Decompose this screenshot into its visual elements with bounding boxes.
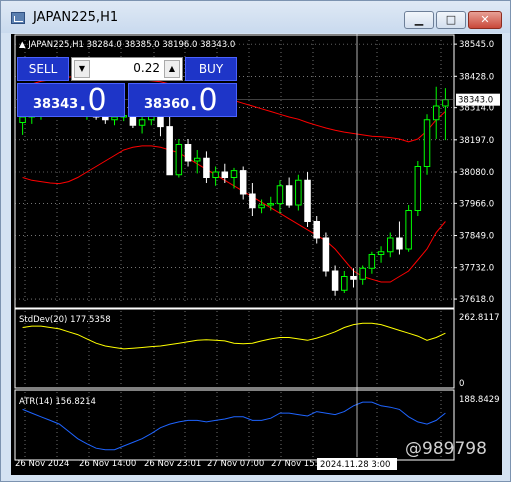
candle-body [386,237,394,253]
price-tick-label: 37732.0 [459,264,494,274]
volume-stepper[interactable]: ▼ 0.22 ▲ [71,57,183,81]
chevron-up-icon[interactable]: ▲ [164,60,180,78]
candle-body [212,171,219,178]
buy-button[interactable]: BUY [185,57,237,81]
close-button[interactable]: ✕ [468,11,502,29]
candle-body [304,179,311,222]
candle-body [423,119,431,167]
crosshair-time-label: 2024.11.28 3:00 [320,460,390,470]
price-tick-label: 38197.0 [459,136,494,146]
candle-body [258,204,265,209]
watermark-text: @989798 [405,439,487,459]
terminal-window: JAPAN225,H1 ▁ □ ✕ 38545.0 38428.0 38314.0 3… [0,0,511,482]
one-click-trading-panel: SELL ▼ 0.22 ▲ BUY 38343 .0 38360 .0 [17,57,237,118]
price-tick-label: 38428.0 [459,72,494,82]
price-tick-label: 38080.0 [459,168,494,178]
candle-body [129,115,137,126]
candle-body [221,171,229,178]
time-label: 26 Nov 23:01 [144,459,201,469]
candle-body [249,193,256,209]
sell-price-main: 38343 [33,97,79,112]
candle-body [442,99,449,107]
candle-body [203,157,210,178]
title-bar[interactable]: JAPAN225,H1 ▁ □ ✕ [1,1,510,33]
candle-body [414,166,422,211]
window-title: JAPAN225,H1 [33,10,119,25]
price-tick-label: 37618.0 [459,295,494,305]
volume-value[interactable]: 0.22 [92,61,160,75]
sell-price-fraction: .0 [78,83,107,118]
candle-body [350,276,357,280]
stddev-min-label: 0 [459,379,464,389]
atr-label: ATR(14) 156.8214 [19,397,96,407]
time-label: 26 Nov 2024 [15,459,69,469]
candle-body [193,157,201,162]
candle-body [230,170,238,178]
time-label: 26 Nov 14:00 [79,459,136,469]
candle-body [396,237,403,250]
candle-body [368,254,376,269]
candle-body [377,251,385,255]
buy-price-box[interactable]: 38360 .0 [128,83,237,118]
candle-body [184,144,192,162]
buy-price-main: 38360 [144,97,190,112]
candle-body [405,210,412,250]
maximize-button[interactable]: □ [436,11,466,29]
stddev-max-label: 262.8117 [459,313,500,323]
candle-body [359,267,366,280]
atr-max-label: 188.8429 [459,395,500,405]
candle-body [267,203,275,206]
chart-header: ▲ JAPAN225,H1 38284.0 38385.0 38196.0 38… [19,40,235,50]
candle-body [111,116,118,121]
candle-body [285,185,293,206]
candle-body [341,276,348,291]
candle-body [175,144,183,176]
stddev-label: StdDev(20) 177.5358 [19,315,111,325]
candle-body [166,126,173,176]
candle-body [432,105,440,121]
chevron-down-icon[interactable]: ▼ [74,60,90,78]
candle-body [239,170,247,195]
sell-price-box[interactable]: 38343 .0 [17,83,125,118]
chart-window-icon [11,12,25,24]
candle-body [295,179,302,206]
candle-body [19,116,26,123]
time-label: 27 Nov 07:00 [207,459,264,469]
minimize-button[interactable]: ▁ [404,11,434,29]
price-tick-label: 37966.0 [459,199,494,209]
candle-body [322,237,330,272]
price-tick-label: 38545.0 [459,40,494,50]
sell-button[interactable]: SELL [17,57,69,81]
price-tick-label: 37849.0 [459,232,494,242]
candle-body [331,270,339,291]
candle-body [276,185,284,205]
current-price-label: 38343.0 [458,96,493,106]
candle-body [138,119,146,126]
buy-price-fraction: .0 [189,83,218,118]
candle-body [313,221,320,239]
